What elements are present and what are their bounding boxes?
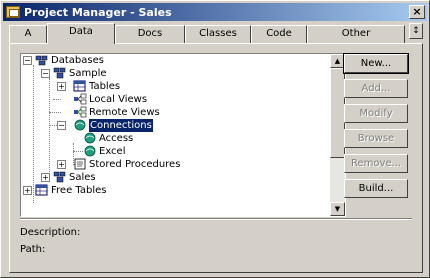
data-tab-panel: − Databases − Sample + Tables Local View… [9,43,423,273]
tree-label: Local Views [89,94,148,105]
project-tree[interactable]: − Databases − Sample + Tables Local View… [20,53,346,217]
tree-label: Connections [89,119,153,132]
tree-node-sales[interactable]: + Sales [21,171,171,184]
tree-label: Remote Views [89,107,160,118]
new-button[interactable]: New... [343,53,409,74]
window-title: Project Manager - Sales [24,5,172,19]
collapse-icon[interactable]: − [41,69,50,78]
tab-strip: A Data Docs Classes Code Other [9,23,409,44]
tree-label: Databases [51,55,104,66]
local-view-icon [74,93,87,105]
scroll-up-button[interactable]: ▲ [330,54,345,68]
tree-node-access[interactable]: Access [21,132,171,145]
separator [20,218,412,220]
database-icon [53,67,66,79]
connection-icon [84,145,96,157]
tree-label: Stored Procedures [89,159,181,170]
table-icon [35,184,48,196]
scroll-down-button[interactable]: ▼ [330,202,345,216]
tree-label: Access [99,133,134,144]
browse-button[interactable]: Browse [344,129,408,148]
build-button[interactable]: Build... [344,179,408,198]
title-bar[interactable]: Project Manager - Sales × [3,3,427,21]
tab-docs[interactable]: Docs [115,25,185,43]
tree-node-stored-procedures[interactable]: + Stored Procedures [21,158,191,171]
tree-label: Free Tables [51,185,107,196]
tree-node-free-tables[interactable]: + Free Tables [21,184,171,197]
tree-label: Sample [69,68,107,79]
collapse-icon[interactable]: − [23,56,32,65]
path-label: Path: [20,244,46,255]
tree-node-excel[interactable]: Excel [21,145,171,158]
tab-all[interactable]: A [9,25,47,43]
database-group-icon [35,55,48,66]
connection-icon [74,119,86,131]
tree-label: Excel [99,146,126,157]
remove-button[interactable]: Remove... [344,154,408,173]
description-label: Description: [20,227,81,238]
tree-node-tables[interactable]: + Tables [21,80,171,93]
scroll-thumb[interactable] [330,68,345,158]
stored-procedure-icon [74,158,86,170]
remote-view-icon [74,106,87,118]
tree-node-sample[interactable]: − Sample [21,67,171,80]
tab-classes[interactable]: Classes [185,25,251,43]
project-manager-window: Project Manager - Sales × A Data Docs Cl… [0,0,430,278]
modify-button[interactable]: Modify [344,104,408,123]
tree-node-databases[interactable]: − Databases [21,54,171,67]
table-icon [73,80,86,92]
collapse-icon[interactable]: − [57,121,66,130]
project-icon [6,6,20,18]
tab-data[interactable]: Data [47,23,115,44]
database-icon [53,171,66,183]
tree-label: Tables [89,81,121,92]
tab-other[interactable]: Other [307,25,405,43]
tab-scroll-button[interactable]: ↕ [409,23,423,39]
connection-icon [84,132,96,144]
add-button[interactable]: Add... [344,79,408,98]
expand-icon[interactable]: + [23,186,32,195]
tree-scrollbar[interactable]: ▲ ▼ [330,54,345,216]
tree-node-remote-views[interactable]: Remote Views [21,106,171,119]
tab-code[interactable]: Code [251,25,307,43]
expand-icon[interactable]: + [57,82,66,91]
tree-node-connections[interactable]: − Connections [21,119,171,132]
close-button[interactable]: × [409,5,425,19]
expand-icon[interactable]: + [57,160,66,169]
expand-icon[interactable]: + [41,173,50,182]
tree-node-local-views[interactable]: Local Views [21,93,171,106]
tree-label: Sales [69,172,96,183]
